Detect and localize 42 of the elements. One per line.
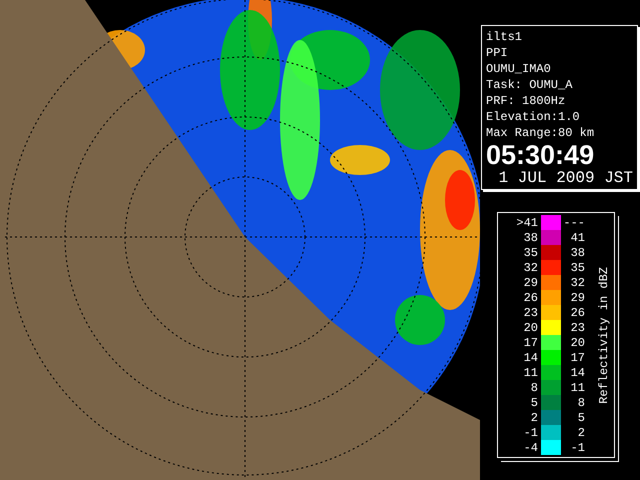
legend-title: Reflectivity in dBZ: [597, 266, 611, 404]
legend-value: 35: [570, 260, 585, 274]
legend-value: 14: [570, 366, 585, 380]
info-text: Max Range:80 km: [486, 125, 596, 141]
date-text: 1 JUL 2009 JST: [498, 169, 633, 187]
legend-value: 5: [530, 396, 539, 410]
info-text: Task: OUMU_A: [486, 77, 574, 93]
legend-value: 2: [530, 410, 539, 424]
legend-value: -1: [570, 440, 585, 454]
info-text: OUMU_IMA0: [486, 61, 552, 77]
legend-value: >41: [515, 216, 539, 230]
info-text: PPI: [486, 45, 509, 61]
legend-value: 38: [570, 246, 585, 260]
info-text: ilts1: [486, 29, 524, 45]
legend-value: 23: [522, 306, 539, 320]
legend-value: 17: [570, 350, 585, 364]
legend-value: 11: [570, 380, 585, 394]
legend-value: -1: [522, 426, 539, 440]
legend-value: 2: [576, 426, 585, 440]
legend-value: 20: [522, 320, 539, 334]
legend-value: 26: [522, 290, 539, 304]
legend-value: 8: [576, 396, 585, 410]
legend-value: 29: [522, 276, 539, 290]
legend-value: 8: [530, 380, 539, 394]
time-text: 05:30:49: [486, 141, 596, 169]
legend-value: 5: [576, 410, 585, 424]
legend-value: 41: [570, 230, 585, 244]
legend-value: 17: [522, 336, 539, 350]
legend-value: 11: [522, 366, 539, 380]
legend-value: 32: [570, 276, 585, 290]
legend-value: 38: [522, 230, 539, 244]
legend-value: 23: [570, 320, 585, 334]
legend-value: 14: [522, 350, 539, 364]
legend-value: 20: [570, 336, 585, 350]
legend-value: ---: [562, 216, 585, 230]
legend-value: 32: [522, 260, 539, 274]
info-text: Elevation:1.0: [486, 109, 581, 125]
legend-value: 26: [570, 306, 585, 320]
legend-value: -4: [522, 440, 539, 454]
legend-value: 29: [570, 290, 585, 304]
legend-value: 35: [522, 246, 539, 260]
info-text: PRF: 1800Hz: [486, 93, 566, 109]
